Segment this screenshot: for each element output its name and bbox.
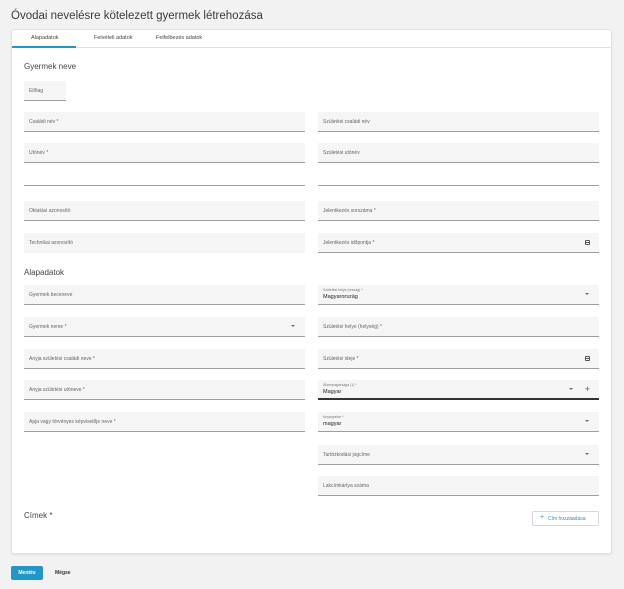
szuletesi-ideje-label: Születési ideje * xyxy=(323,356,359,362)
anyanyelve-select[interactable]: Anyanyelve * magyar xyxy=(318,412,599,432)
technikai-azonosito-label: Technikai azonosító xyxy=(29,240,73,246)
tab-bar: Alapadatok Felvételi adatok Felfelbezés … xyxy=(12,30,611,48)
chevron-down-icon xyxy=(291,325,295,327)
add-address-label: Cím hozzáadása xyxy=(548,516,586,522)
jelentkezes-idopontja-field[interactable]: Jelentkezés időpontja * xyxy=(318,233,599,253)
szuletesi-hely-helyseg-label: Születési helye (helység) * xyxy=(323,324,382,330)
save-button[interactable]: Mentés xyxy=(11,566,43,580)
add-icon[interactable]: + xyxy=(585,384,590,394)
section-cimek: Címek * xyxy=(24,511,53,520)
utonev-label: Utónév * xyxy=(29,150,49,156)
elotag-field[interactable]: Előtag xyxy=(24,81,66,101)
anyja-utoneve-label: Anyja születési utóneve * xyxy=(29,387,85,393)
neme-label: Gyermek neme * xyxy=(29,324,67,330)
oktatasi-azonosito-field[interactable]: Oktatási azonosító xyxy=(24,201,305,221)
szuletesi-utonev-extra-field[interactable] xyxy=(318,166,599,186)
torvenyes-kepviselo-field[interactable]: Apja vagy törvényes képviselője neve * xyxy=(24,412,305,432)
allampolgarsaga-label: Állampolgársága (1) * xyxy=(323,383,357,387)
oktatasi-azonosito-label: Oktatási azonosító xyxy=(29,208,71,214)
chevron-down-icon xyxy=(569,388,573,390)
chevron-down-icon xyxy=(585,420,589,422)
chevron-down-icon xyxy=(585,453,589,455)
elotag-label: Előtag xyxy=(29,88,44,94)
tab-felfelbezes-adatok[interactable]: Felfelbezés adatok xyxy=(156,35,202,41)
szuletesi-csaladi-nev-label: Születési családi név xyxy=(323,119,370,125)
anyja-csaladi-nev-label: Anyja születési családi neve * xyxy=(29,356,95,362)
anyanyelve-label: Anyanyelve * xyxy=(323,415,344,419)
lakcimkartya-szama-label: Lakcímkártya száma xyxy=(323,483,369,489)
calendar-icon[interactable] xyxy=(585,240,590,245)
tartozkodasi-jogcime-label: Tartózkodási jogcíme xyxy=(323,452,370,458)
page-title: Óvodai nevelésre kötelezett gyermek létr… xyxy=(11,10,263,22)
lakcimkartya-szama-field[interactable]: Lakcímkártya száma xyxy=(318,476,599,496)
chevron-down-icon xyxy=(585,293,589,295)
neme-select[interactable]: Gyermek neme * xyxy=(24,317,305,337)
section-gyermek-neve: Gyermek neve xyxy=(24,62,77,71)
csaladi-nev-field[interactable]: Családi név * xyxy=(24,112,305,132)
torvenyes-kepviselo-label: Apja vagy törvényes képviselője neve * xyxy=(29,419,116,425)
section-alapadatok: Alapadatok xyxy=(24,268,65,277)
utonev-field[interactable]: Utónév * xyxy=(24,143,305,163)
csaladi-nev-label: Családi név * xyxy=(29,119,59,125)
jelentkezes-sorszama-label: Jelentkezés sorszáma * xyxy=(323,208,376,214)
szuletesi-hely-helyseg-field[interactable]: Születési helye (helység) * xyxy=(318,317,599,337)
tab-alapadatok[interactable]: Alapadatok xyxy=(31,35,59,41)
jelentkezes-sorszama-field[interactable]: Jelentkezés sorszáma * xyxy=(318,201,599,221)
szuletesi-hely-orszag-label: Születési helye (ország) * xyxy=(323,288,363,292)
szuletesi-utonev-label: Születési utónév xyxy=(323,150,360,156)
tartozkodasi-jogcime-select[interactable]: Tartózkodási jogcíme xyxy=(318,445,599,465)
szuletesi-ideje-field[interactable]: Születési ideje * xyxy=(318,349,599,369)
utonev-extra-field[interactable] xyxy=(24,166,305,186)
allampolgarsaga-select[interactable]: Állampolgársága (1) * Magyar + xyxy=(318,380,599,400)
anyja-utoneve-field[interactable]: Anyja születési utóneve * xyxy=(24,380,305,400)
form-card: Alapadatok Felvételi adatok Felfelbezés … xyxy=(11,29,612,554)
becenev-field[interactable]: Gyermek beceneve xyxy=(24,285,305,305)
szuletesi-hely-orszag-select[interactable]: Születési helye (ország) * Magyarország xyxy=(318,285,599,305)
anyanyelve-value: magyar xyxy=(323,421,342,427)
active-tab-indicator xyxy=(12,46,76,48)
szuletesi-utonev-field[interactable]: Születési utónév xyxy=(318,143,599,163)
anyja-csaladi-nev-field[interactable]: Anyja születési családi neve * xyxy=(24,349,305,369)
cancel-button[interactable]: Mégse xyxy=(55,566,81,580)
szuletesi-hely-orszag-value: Magyarország xyxy=(323,294,358,300)
tab-felveteli-adatok[interactable]: Felvételi adatok xyxy=(94,35,133,41)
szuletesi-csaladi-nev-field[interactable]: Születési családi név xyxy=(318,112,599,132)
technikai-azonosito-field: Technikai azonosító xyxy=(24,233,305,253)
plus-icon: + xyxy=(540,514,545,521)
calendar-icon[interactable] xyxy=(585,356,590,361)
jelentkezes-idopontja-label: Jelentkezés időpontja * xyxy=(323,240,375,246)
allampolgarsaga-value: Magyar xyxy=(323,389,342,395)
becenev-label: Gyermek beceneve xyxy=(29,292,73,298)
add-address-button[interactable]: + Cím hozzáadása xyxy=(532,511,599,526)
